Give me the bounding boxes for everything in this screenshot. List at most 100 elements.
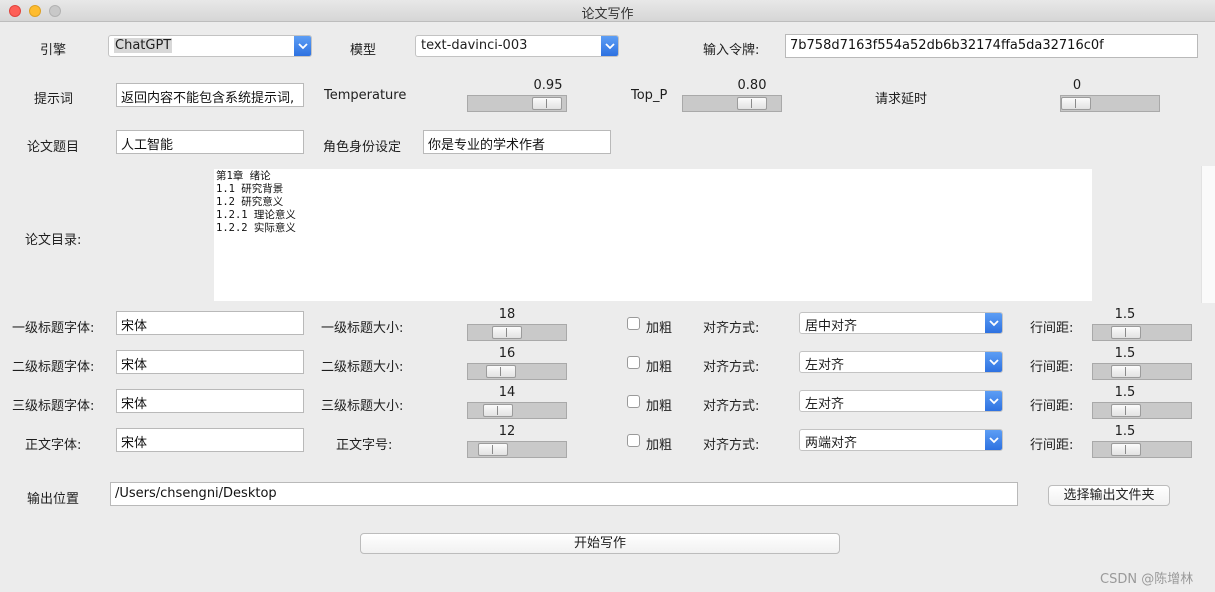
bold-checkbox[interactable]: [627, 317, 640, 330]
role-label: 角色身份设定: [323, 140, 402, 155]
delay-label: 请求延时: [875, 92, 928, 107]
chevron-updown-icon[interactable]: [985, 313, 1002, 333]
font-input[interactable]: 宋体: [116, 428, 304, 452]
size-value: 16: [498, 346, 516, 361]
slider-thumb[interactable]: [486, 365, 516, 378]
start-writing-button[interactable]: 开始写作: [360, 533, 840, 554]
spacing-value: 1.5: [1114, 307, 1136, 322]
bold-label: 加粗: [646, 321, 673, 336]
bold-checkbox[interactable]: [627, 356, 640, 369]
slider-thumb[interactable]: [492, 326, 522, 339]
align-select[interactable]: 左对齐: [799, 390, 1003, 412]
spacing-label: 行间距:: [1030, 360, 1074, 375]
spacing-value: 1.5: [1114, 346, 1136, 361]
delay-slider[interactable]: [1060, 95, 1160, 112]
spacing-value: 1.5: [1114, 424, 1136, 439]
font-input[interactable]: 宋体: [116, 311, 304, 335]
size-label: 正文字号:: [336, 438, 393, 453]
align-label: 对齐方式:: [703, 399, 760, 414]
align-value: 左对齐: [805, 358, 845, 373]
temperature-slider[interactable]: [467, 95, 567, 112]
model-label: 模型: [350, 43, 377, 58]
paper-title-label: 论文题目: [27, 140, 80, 155]
prompt-input[interactable]: 返回内容不能包含系统提示词,: [116, 83, 304, 107]
bold-label: 加粗: [646, 399, 673, 414]
outline-label: 论文目录:: [25, 233, 82, 248]
align-select[interactable]: 居中对齐: [799, 312, 1003, 334]
align-label: 对齐方式:: [703, 321, 760, 336]
outline-scrollbar[interactable]: [1201, 166, 1215, 303]
role-input[interactable]: 你是专业的学术作者: [423, 130, 611, 154]
slider-thumb[interactable]: [737, 97, 767, 110]
token-input[interactable]: 7b758d7163f554a52db6b32174ffa5da32716c0f: [785, 34, 1198, 58]
font-input[interactable]: 宋体: [116, 389, 304, 413]
top-p-slider[interactable]: [682, 95, 782, 112]
size-value: 18: [498, 307, 516, 322]
slider-thumb[interactable]: [1111, 365, 1141, 378]
spacing-slider[interactable]: [1092, 324, 1192, 341]
watermark: CSDN @陈增林: [1100, 572, 1194, 587]
align-label: 对齐方式:: [703, 438, 760, 453]
size-slider[interactable]: [467, 324, 567, 341]
slider-thumb[interactable]: [483, 404, 513, 417]
choose-output-folder-button[interactable]: 选择输出文件夹: [1048, 485, 1170, 506]
bold-checkbox[interactable]: [627, 395, 640, 408]
spacing-slider[interactable]: [1092, 363, 1192, 380]
font-label: 正文字体:: [25, 438, 82, 453]
size-slider[interactable]: [467, 402, 567, 419]
slider-thumb[interactable]: [1111, 404, 1141, 417]
bold-label: 加粗: [646, 360, 673, 375]
spacing-slider[interactable]: [1092, 441, 1192, 458]
align-label: 对齐方式:: [703, 360, 760, 375]
temperature-label: Temperature: [324, 88, 407, 103]
font-label: 三级标题字体:: [12, 399, 95, 414]
token-label: 输入令牌:: [703, 43, 760, 58]
chevron-updown-icon[interactable]: [985, 430, 1002, 450]
align-select[interactable]: 左对齐: [799, 351, 1003, 373]
spacing-label: 行间距:: [1030, 438, 1074, 453]
engine-label: 引擎: [40, 43, 67, 58]
bold-label: 加粗: [646, 438, 673, 453]
engine-value: ChatGPT: [114, 38, 173, 53]
spacing-label: 行间距:: [1030, 321, 1074, 336]
size-slider[interactable]: [467, 441, 567, 458]
chevron-updown-icon[interactable]: [985, 352, 1002, 372]
window-title: 论文写作: [581, 7, 634, 22]
output-path-input[interactable]: /Users/chsengni/Desktop: [110, 482, 1018, 506]
align-select[interactable]: 两端对齐: [799, 429, 1003, 451]
top-p-value: 0.80: [737, 78, 767, 93]
size-label: 三级标题大小:: [321, 399, 404, 414]
font-label: 二级标题字体:: [12, 360, 95, 375]
size-slider[interactable]: [467, 363, 567, 380]
bold-checkbox[interactable]: [627, 434, 640, 447]
align-value: 居中对齐: [805, 319, 858, 334]
output-label: 输出位置: [27, 492, 80, 507]
slider-thumb[interactable]: [1111, 326, 1141, 339]
size-label: 二级标题大小:: [321, 360, 404, 375]
delay-value: 0: [1072, 78, 1082, 93]
spacing-label: 行间距:: [1030, 399, 1074, 414]
font-input[interactable]: 宋体: [116, 350, 304, 374]
size-value: 14: [498, 385, 516, 400]
model-select[interactable]: text-davinci-003: [415, 35, 619, 57]
top-p-label: Top_P: [631, 88, 668, 103]
prompt-label: 提示词: [34, 92, 74, 107]
slider-thumb[interactable]: [532, 97, 562, 110]
slider-thumb[interactable]: [478, 443, 508, 456]
slider-thumb[interactable]: [1111, 443, 1141, 456]
chevron-updown-icon[interactable]: [985, 391, 1002, 411]
engine-select[interactable]: ChatGPT: [108, 35, 312, 57]
spacing-slider[interactable]: [1092, 402, 1192, 419]
spacing-value: 1.5: [1114, 385, 1136, 400]
paper-title-input[interactable]: 人工智能: [116, 130, 304, 154]
chevron-updown-icon[interactable]: [601, 36, 618, 56]
temperature-value: 0.95: [533, 78, 563, 93]
outline-textarea[interactable]: 第1章 绪论 1.1 研究背景 1.2 研究意义 1.2.1 理论意义 1.2.…: [214, 169, 1092, 301]
slider-thumb[interactable]: [1061, 97, 1091, 110]
model-value: text-davinci-003: [421, 38, 528, 53]
chevron-updown-icon[interactable]: [294, 36, 311, 56]
align-value: 左对齐: [805, 397, 845, 412]
size-label: 一级标题大小:: [321, 321, 404, 336]
size-value: 12: [498, 424, 516, 439]
font-label: 一级标题字体:: [12, 321, 95, 336]
